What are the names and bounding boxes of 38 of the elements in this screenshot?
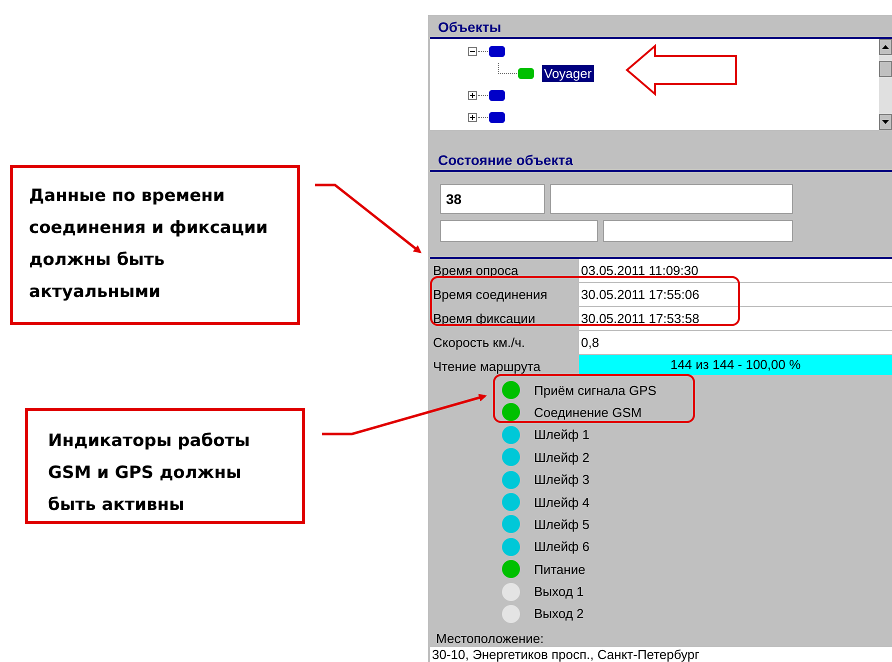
scroll-thumb[interactable] bbox=[879, 60, 892, 77]
callout-box: Данные по времени соединения и фиксации должны быть актуальными bbox=[10, 165, 300, 325]
indicator-label: Шлейф 1 bbox=[534, 427, 590, 442]
scrollbar[interactable] bbox=[879, 38, 892, 130]
expander-icon[interactable] bbox=[468, 47, 477, 56]
text-field[interactable]: 38 bbox=[440, 184, 545, 214]
indicator-label: Шлейф 2 bbox=[534, 450, 590, 465]
text-field[interactable] bbox=[440, 220, 598, 242]
tree-item[interactable]: Voyager bbox=[542, 65, 594, 82]
callout-box: Индикаторы работы GSM и GPS должны быть активны bbox=[25, 408, 305, 524]
indicator-label: Шлейф 3 bbox=[534, 472, 590, 488]
indicator-label: Питание bbox=[534, 562, 586, 577]
field-value: 03.05.2011 11:09:30 bbox=[579, 258, 892, 283]
field-label: Скорость км./ч. bbox=[432, 334, 526, 352]
up-arrow-icon[interactable] bbox=[882, 44, 889, 49]
progress-reading: 144 из 144 - 100,00 % bbox=[669, 356, 802, 372]
text-field[interactable] bbox=[550, 184, 793, 214]
field-label: Время соединения bbox=[432, 286, 548, 304]
expander-icon[interactable] bbox=[468, 113, 477, 122]
indicator-label: Шлейф 6 bbox=[534, 539, 590, 554]
text-field[interactable] bbox=[603, 220, 793, 242]
field-label: Время фиксации bbox=[432, 310, 536, 328]
indicator-label: Шлейф 4 bbox=[534, 494, 590, 510]
indicator-label: Выход 2 bbox=[534, 606, 584, 622]
location-value: 30-10, Энергетиков просп., Санкт-Петербург bbox=[430, 647, 892, 662]
field-value: 30.05.2011 17:53:58 bbox=[579, 306, 892, 331]
location-label: Местоположение: bbox=[435, 631, 545, 648]
indicator-label: Выход 1 bbox=[534, 584, 584, 600]
field-value: 30.05.2011 17:55:06 bbox=[579, 282, 892, 307]
field-value: 0,8 bbox=[579, 330, 892, 355]
field-label: Чтение маршрута bbox=[432, 358, 542, 376]
indicator-label: Шлейф 5 bbox=[534, 516, 590, 532]
expander-icon[interactable] bbox=[468, 91, 477, 100]
down-arrow-icon[interactable] bbox=[882, 120, 889, 124]
field-label: Время опроса bbox=[432, 262, 520, 280]
section-title: Состояние объекта bbox=[430, 148, 892, 172]
indicator-label: Соединение GSM bbox=[534, 404, 642, 420]
indicator-label: Приём сигнала GPS bbox=[534, 382, 656, 398]
